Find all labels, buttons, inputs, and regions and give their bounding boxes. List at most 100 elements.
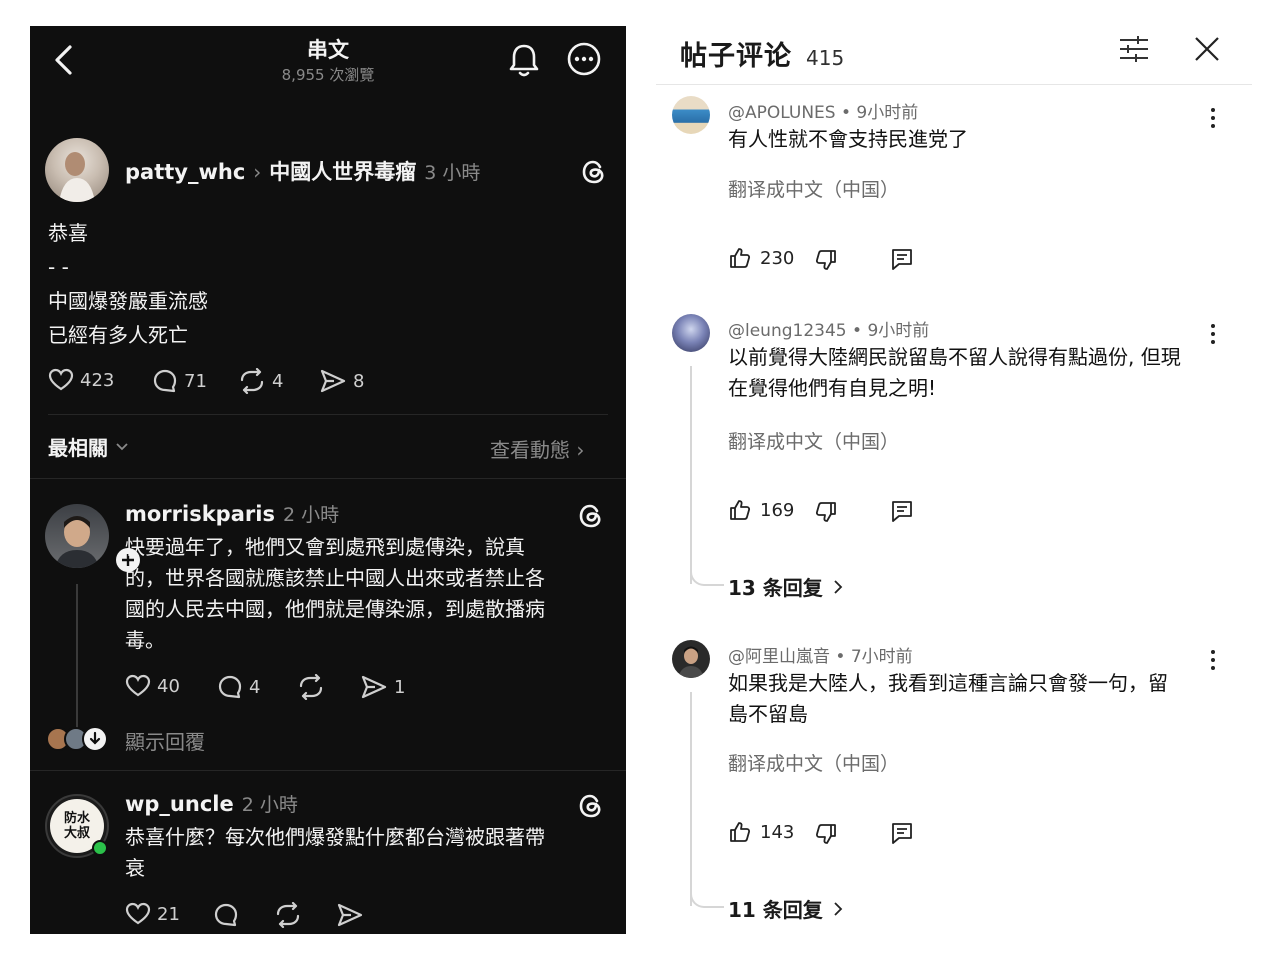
- comment-time: 9小时前: [867, 321, 930, 341]
- more-options-icon[interactable]: [567, 42, 601, 76]
- reply-time: 2 小時: [241, 794, 298, 816]
- dislike-button[interactable]: [814, 500, 838, 524]
- reply-icon[interactable]: [891, 248, 913, 270]
- comments-panel: 帖子评论 415 @APOLUNES • 9小时前 有人性就不會支持民進党了 翻…: [656, 26, 1256, 934]
- thread-line: [76, 584, 78, 736]
- post-topic[interactable]: 中國人世界毒瘤: [269, 156, 416, 186]
- comment-count: 71: [184, 370, 207, 392]
- repost-button[interactable]: [274, 902, 302, 928]
- threads-logo-icon: [578, 792, 604, 820]
- comment-body: 以前覺得大陸網民說留島不留人說得有點過份, 但現 在覺得他們有自見之明!: [728, 342, 1238, 404]
- reply-author[interactable]: morriskparis: [125, 502, 275, 526]
- breadcrumb-separator: ›: [253, 160, 262, 184]
- comment-line: 以前覺得大陸網民說留島不留人說得有點過份, 但現: [728, 345, 1181, 369]
- sort-dropdown[interactable]: 最相關: [48, 432, 130, 461]
- avatar[interactable]: [45, 138, 109, 202]
- like-button[interactable]: 169: [728, 498, 794, 522]
- like-button[interactable]: 40: [125, 674, 180, 698]
- meta-separator: •: [840, 103, 857, 123]
- view-replies-button[interactable]: 11 条回复: [728, 894, 843, 923]
- divider: [30, 770, 626, 771]
- meta-separator: •: [852, 321, 868, 341]
- avatar[interactable]: [672, 96, 710, 134]
- repost-button[interactable]: 4: [238, 368, 283, 394]
- comment-user[interactable]: @APOLUNES: [728, 103, 836, 123]
- comment-body: 如果我是大陸人，我看到這種言論只會發一句，留 島不留島: [728, 668, 1238, 730]
- comment-time: 9小时前: [856, 103, 919, 123]
- thread-curve: [690, 888, 724, 908]
- dislike-button[interactable]: [814, 248, 838, 272]
- back-icon[interactable]: [50, 44, 78, 76]
- reply-body: 恭喜什麼？每次他們爆發點什麼都台灣被跟著帶 衰: [125, 822, 605, 884]
- reply-time: 2 小時: [282, 504, 340, 526]
- repost-button[interactable]: [297, 674, 325, 700]
- translate-link[interactable]: 翻译成中文（中国）: [728, 427, 899, 454]
- show-replies-link[interactable]: 顯示回覆: [125, 726, 205, 755]
- view-activity-link[interactable]: 查看動態 ›: [490, 434, 584, 463]
- like-count: 230: [760, 247, 795, 269]
- comment-line: 在覺得他們有自見之明!: [728, 376, 937, 400]
- avatar[interactable]: [672, 640, 710, 678]
- share-button[interactable]: 8: [319, 368, 364, 394]
- divider: [30, 478, 626, 479]
- reply-line: 快要過年了，牠們又會到處飛到處傳染，說真: [125, 535, 525, 559]
- share-button[interactable]: 1: [360, 674, 405, 700]
- avatar[interactable]: [672, 314, 710, 352]
- avatar: [82, 726, 108, 752]
- filter-icon[interactable]: [1118, 34, 1150, 64]
- like-count: 40: [157, 675, 180, 697]
- replier-avatars: [46, 726, 112, 752]
- dislike-button[interactable]: [814, 822, 838, 846]
- like-count: 143: [760, 821, 795, 843]
- like-button[interactable]: 230: [728, 246, 794, 270]
- post-line: 中國爆發嚴重流感: [48, 289, 208, 313]
- like-button[interactable]: 143: [728, 820, 794, 844]
- translate-link[interactable]: 翻译成中文（中国）: [728, 749, 899, 776]
- thread-curve: [690, 566, 724, 586]
- comment-line: 如果我是大陸人，我看到這種言論只會發一句，留: [728, 671, 1168, 695]
- comment-button[interactable]: [213, 902, 239, 928]
- post-line: - -: [48, 255, 69, 279]
- threads-panel: 串文 8,955 次瀏覽 patty_whc › 中國人世界毒瘤 3 小時 恭喜…: [30, 26, 626, 934]
- meta-separator: •: [835, 647, 851, 667]
- comment-user[interactable]: @阿里山嵐音: [728, 647, 830, 667]
- reply-icon[interactable]: [891, 500, 913, 522]
- like-count: 21: [157, 903, 180, 925]
- translate-link[interactable]: 翻译成中文（中国）: [728, 175, 899, 202]
- thread-line: [690, 366, 692, 584]
- reply-body: 快要過年了，牠們又會到處飛到處傳染，說真 的，世界各國就應該禁止中國人出來或者禁…: [125, 532, 605, 656]
- comment-button[interactable]: 4: [217, 674, 260, 700]
- like-button[interactable]: 21: [125, 902, 180, 926]
- reply-line: 恭喜什麼？每次他們爆發點什麼都台灣被跟著帶: [125, 825, 545, 849]
- share-button[interactable]: [336, 902, 364, 928]
- view-count: 8,955 次瀏覽: [281, 66, 375, 84]
- reply-line: 毒。: [125, 628, 165, 652]
- like-count: 169: [760, 499, 795, 521]
- comment-body: 有人性就不會支持民進党了: [728, 124, 1228, 155]
- comment-count: 4: [249, 676, 261, 698]
- avatar[interactable]: [45, 504, 109, 568]
- comment-button[interactable]: 71: [152, 368, 207, 394]
- page-title: 串文: [307, 38, 349, 62]
- threads-logo-icon: [578, 502, 604, 530]
- bell-icon[interactable]: [508, 42, 540, 78]
- like-button[interactable]: 423: [48, 368, 114, 392]
- post-line: 恭喜: [48, 221, 88, 245]
- reply-author[interactable]: wp_uncle: [125, 792, 234, 816]
- reply-count: 13 条回复: [728, 576, 823, 600]
- reply-icon[interactable]: [891, 822, 913, 844]
- divider: [48, 414, 608, 415]
- like-count: 423: [80, 369, 115, 391]
- post-time: 3 小時: [424, 162, 481, 184]
- share-count: 1: [394, 676, 406, 698]
- close-icon[interactable]: [1194, 36, 1220, 62]
- sort-label: 最相關: [48, 436, 108, 460]
- post-author[interactable]: patty_whc: [125, 160, 245, 184]
- view-replies-button[interactable]: 13 条回复: [728, 572, 843, 601]
- chevron-right-icon: [833, 901, 843, 917]
- online-status-icon: [92, 840, 108, 856]
- comment-user[interactable]: @leung12345: [728, 321, 847, 341]
- share-count: 8: [353, 370, 365, 392]
- comment-line: 有人性就不會支持民進党了: [728, 127, 968, 151]
- post-body: 恭喜 - - 中國爆發嚴重流感 已經有多人死亡: [48, 216, 208, 352]
